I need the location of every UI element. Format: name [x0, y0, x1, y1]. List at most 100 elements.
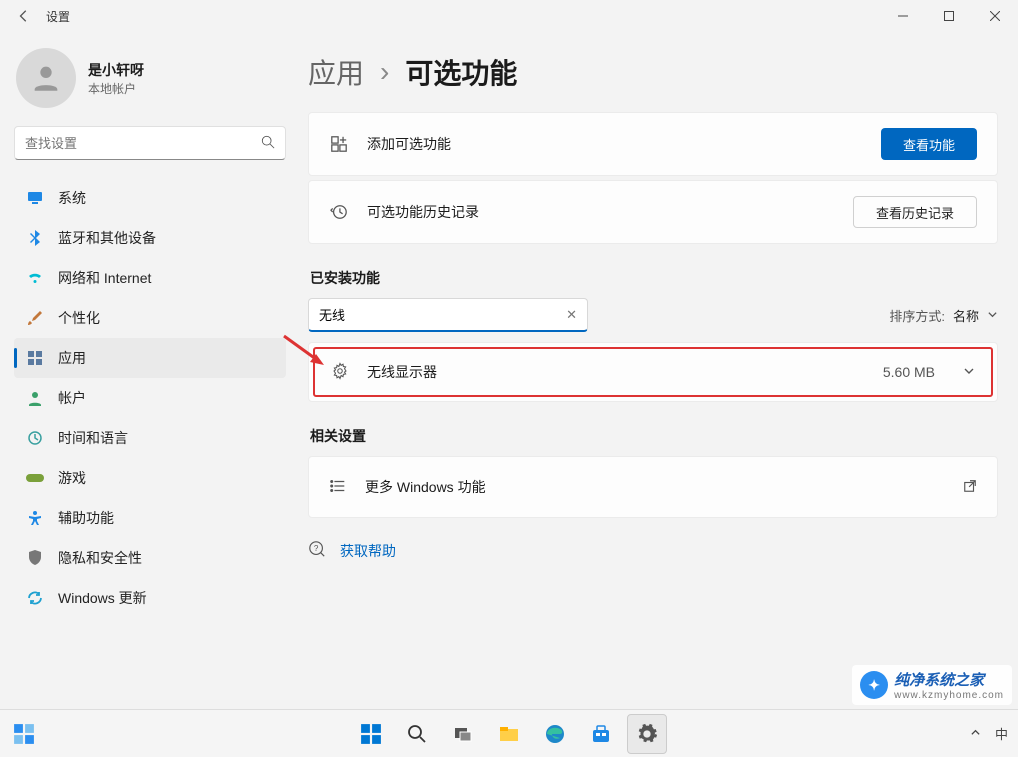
close-button[interactable]	[972, 0, 1018, 32]
explorer-button[interactable]	[489, 714, 529, 754]
chevron-right-icon: ›	[380, 56, 389, 88]
clock-icon	[26, 429, 44, 447]
sort-dropdown[interactable]: 排序方式: 名称	[889, 306, 998, 325]
edge-button[interactable]	[535, 714, 575, 754]
feature-name: 无线显示器	[367, 362, 865, 382]
chevron-down-icon[interactable]	[963, 364, 975, 380]
bluetooth-icon	[26, 229, 44, 247]
sidebar-item-0[interactable]: 系统	[14, 178, 286, 218]
history-label: 可选功能历史记录	[367, 202, 835, 222]
search-icon	[261, 135, 275, 152]
sidebar-item-4[interactable]: 应用	[14, 338, 286, 378]
sidebar-item-10[interactable]: Windows 更新	[14, 578, 286, 618]
ime-indicator[interactable]: 中	[995, 724, 1008, 743]
main-content: 应用 › 可选功能 添加可选功能 查看功能 可选功能历史记录 查看历史记录 已安…	[300, 32, 1018, 709]
get-help-row[interactable]: ? 获取帮助	[308, 540, 998, 561]
nav-list: 系统蓝牙和其他设备网络和 Internet 个性化应用帐户时间和语言游戏辅助功能隐…	[14, 178, 286, 618]
breadcrumb-current: 可选功能	[405, 52, 517, 92]
breadcrumb-parent[interactable]: 应用	[308, 52, 364, 92]
installed-title: 已安装功能	[310, 268, 998, 288]
account-type: 本地帐户	[88, 80, 144, 97]
titlebar: 设置	[0, 0, 1018, 32]
taskbar: 中	[0, 709, 1018, 757]
more-windows-features-row[interactable]: 更多 Windows 功能	[308, 456, 998, 518]
sidebar-item-5[interactable]: 帐户	[14, 378, 286, 418]
widgets-button[interactable]	[0, 723, 48, 745]
sidebar-item-label: 帐户	[58, 388, 86, 408]
help-icon: ?	[308, 540, 326, 561]
sidebar-item-label: 网络和 Internet	[58, 268, 151, 288]
sidebar-item-label: Windows 更新	[58, 588, 147, 608]
sort-value: 名称	[953, 306, 979, 325]
add-feature-icon	[329, 135, 349, 153]
svg-text:?: ?	[314, 544, 319, 553]
sidebar-item-8[interactable]: 辅助功能	[14, 498, 286, 538]
add-feature-card: 添加可选功能 查看功能	[308, 112, 998, 176]
system-tray[interactable]: 中	[970, 724, 1018, 743]
watermark-logo-icon: ✦	[860, 671, 888, 699]
start-button[interactable]	[351, 714, 391, 754]
update-icon	[26, 589, 44, 607]
sidebar-item-9[interactable]: 隐私和安全性	[14, 538, 286, 578]
store-button[interactable]	[581, 714, 621, 754]
game-icon	[26, 469, 44, 487]
shield-icon	[26, 549, 44, 567]
chevron-down-icon	[987, 308, 998, 323]
user-name: 是小轩呀	[88, 60, 144, 80]
task-view-button[interactable]	[443, 714, 483, 754]
settings-button[interactable]	[627, 714, 667, 754]
sidebar-item-label: 应用	[58, 348, 86, 368]
view-history-button[interactable]: 查看历史记录	[853, 196, 977, 228]
watermark-brand: 纯净系统之家	[894, 669, 1004, 690]
get-help-label: 获取帮助	[340, 541, 396, 561]
sidebar-search[interactable]	[14, 126, 286, 160]
history-icon	[329, 203, 349, 221]
feature-row-wireless-display[interactable]: 无线显示器 5.60 MB	[313, 347, 993, 397]
sidebar-item-label: 辅助功能	[58, 508, 114, 528]
apps-icon	[26, 349, 44, 367]
clear-filter-icon[interactable]: ✕	[566, 307, 577, 323]
sort-label: 排序方式:	[889, 306, 945, 325]
search-input[interactable]	[25, 136, 261, 151]
sidebar-item-label: 蓝牙和其他设备	[58, 228, 156, 248]
watermark: ✦ 纯净系统之家 www.kzmyhome.com	[852, 665, 1012, 705]
add-feature-label: 添加可选功能	[367, 134, 863, 154]
related-title: 相关设置	[310, 426, 998, 446]
sidebar-item-label: 个性化	[58, 308, 100, 328]
maximize-button[interactable]	[926, 0, 972, 32]
sidebar-item-label: 系统	[58, 188, 86, 208]
display-icon	[26, 189, 44, 207]
sidebar-item-2[interactable]: 网络和 Internet	[14, 258, 286, 298]
gear-outline-icon	[331, 362, 349, 383]
accessibility-icon	[26, 509, 44, 527]
back-button[interactable]	[12, 4, 36, 28]
watermark-url: www.kzmyhome.com	[894, 690, 1004, 701]
history-card: 可选功能历史记录 查看历史记录	[308, 180, 998, 244]
sidebar-item-3[interactable]: 个性化	[14, 298, 286, 338]
tray-chevron-icon[interactable]	[970, 726, 981, 741]
sidebar-item-1[interactable]: 蓝牙和其他设备	[14, 218, 286, 258]
person-icon	[26, 389, 44, 407]
avatar	[16, 48, 76, 108]
window-controls	[880, 0, 1018, 32]
list-icon	[329, 477, 347, 498]
installed-list: 无线显示器 5.60 MB	[308, 342, 998, 402]
minimize-button[interactable]	[880, 0, 926, 32]
view-features-button[interactable]: 查看功能	[881, 128, 977, 160]
sidebar-item-6[interactable]: 时间和语言	[14, 418, 286, 458]
external-link-icon	[963, 479, 977, 496]
wifi-icon	[26, 269, 44, 287]
taskbar-center	[351, 714, 667, 754]
sidebar-item-label: 隐私和安全性	[58, 548, 142, 568]
breadcrumb: 应用 › 可选功能	[308, 52, 998, 92]
sidebar-item-7[interactable]: 游戏	[14, 458, 286, 498]
app-body: 是小轩呀 本地帐户 系统蓝牙和其他设备网络和 Internet个性化应用帐户时间…	[0, 32, 1018, 709]
brush-icon	[26, 309, 44, 327]
window-title: 设置	[46, 8, 70, 25]
filter-input[interactable]	[319, 307, 566, 322]
filter-box[interactable]: ✕	[308, 298, 588, 332]
filter-row: ✕ 排序方式: 名称	[308, 298, 998, 332]
sidebar-item-label: 游戏	[58, 468, 86, 488]
taskbar-search-button[interactable]	[397, 714, 437, 754]
profile-block[interactable]: 是小轩呀 本地帐户	[16, 48, 286, 108]
